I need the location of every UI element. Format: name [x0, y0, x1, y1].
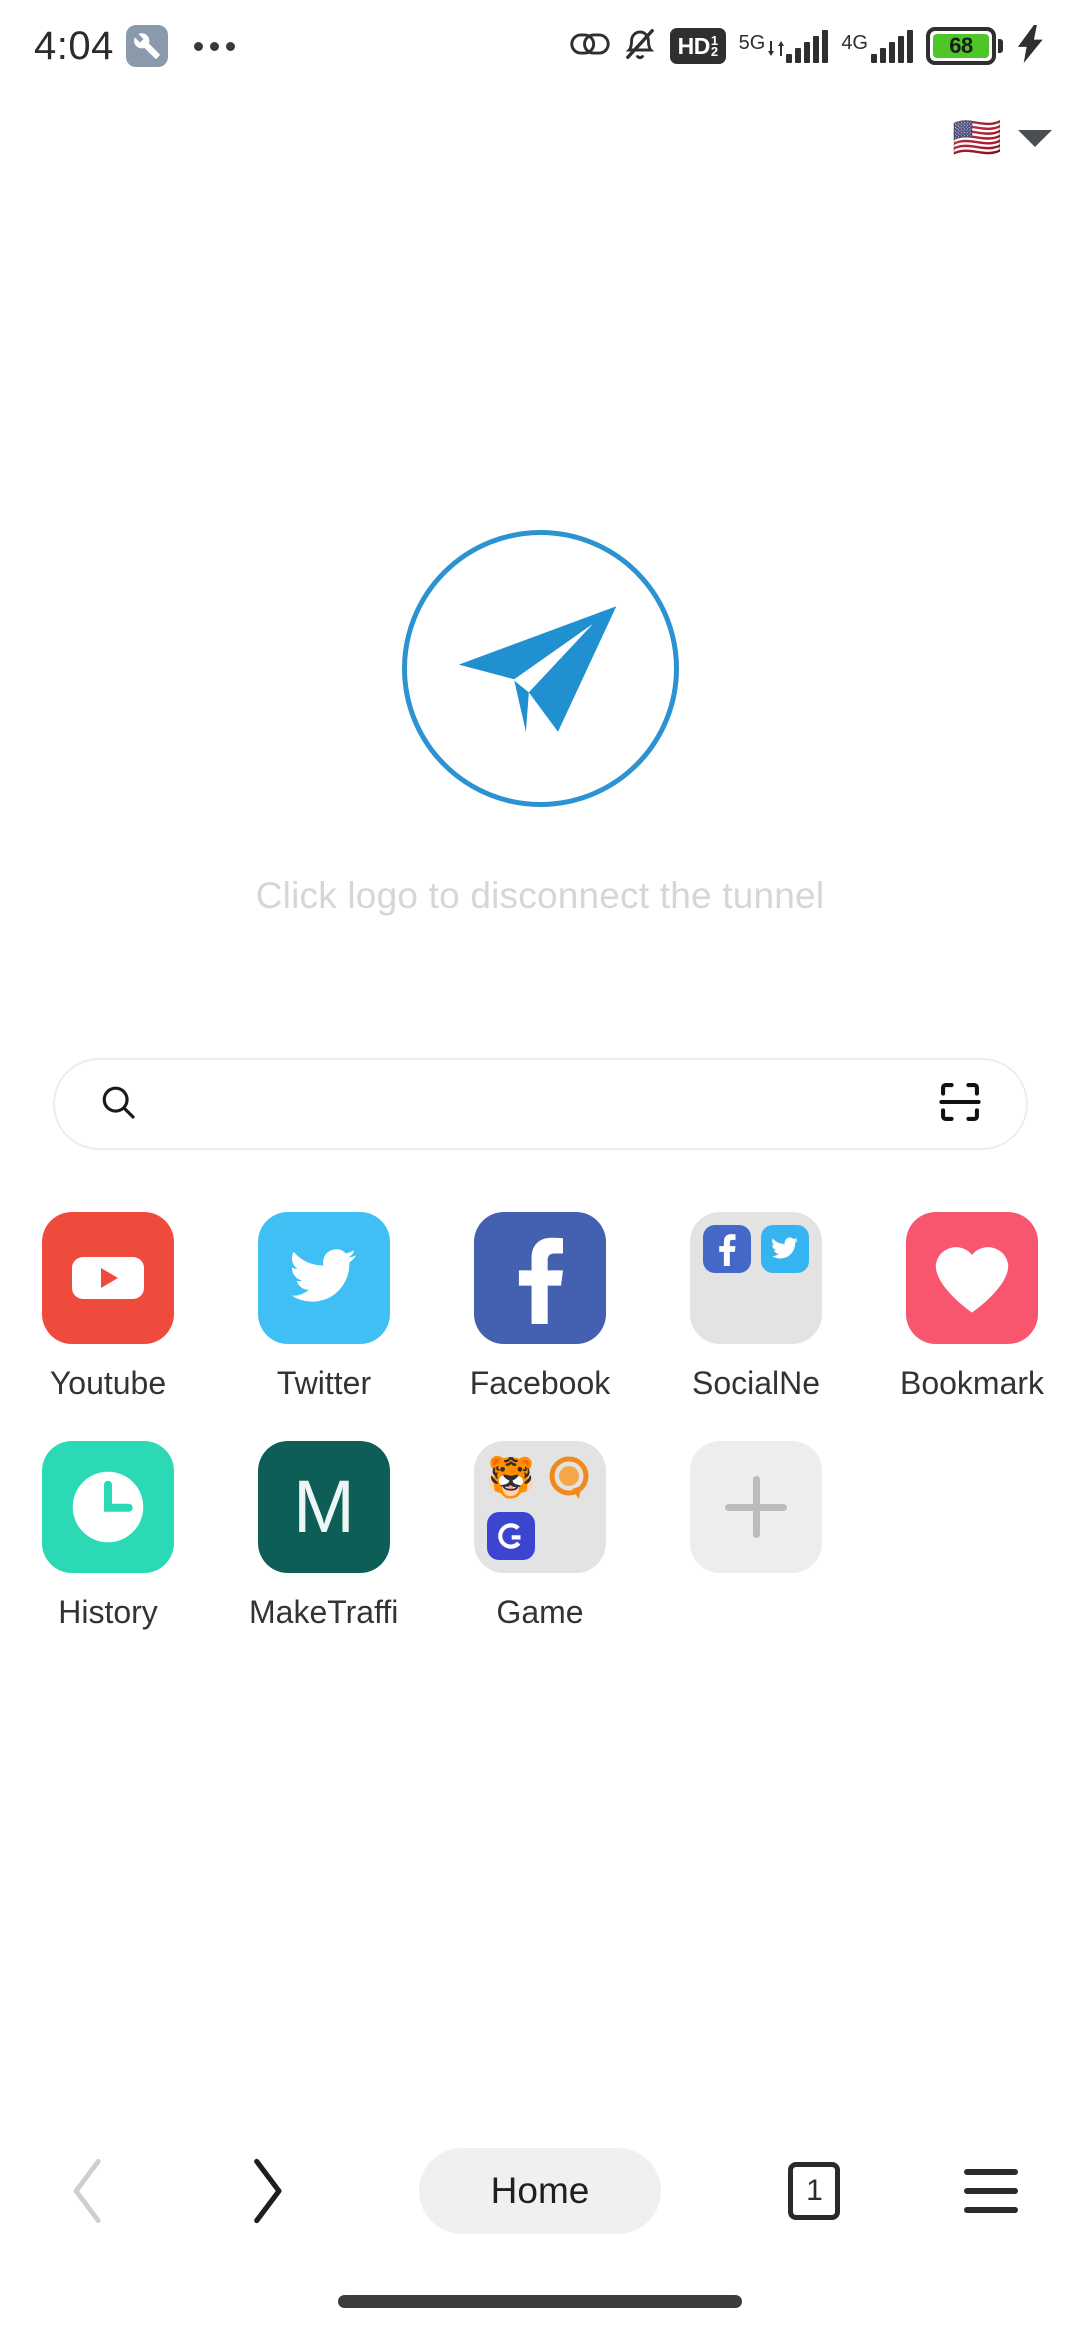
shortcut-youtube[interactable]: Youtube — [0, 1212, 216, 1401]
heart-bookmark-icon — [906, 1212, 1038, 1344]
tunnel-status-text: Click logo to disconnect the tunnel — [255, 875, 825, 916]
menu-button[interactable] — [903, 2126, 1080, 2256]
forward-button[interactable] — [177, 2126, 354, 2256]
more-dots-icon — [193, 41, 235, 51]
lightning-bolt-icon — [1016, 24, 1046, 68]
bell-muted-icon — [623, 26, 657, 67]
signal-5g: 5G — [739, 29, 829, 63]
folder-empty-slot — [545, 1512, 593, 1560]
battery-indicator: 68 — [926, 27, 1003, 65]
search-input[interactable] — [163, 1085, 938, 1123]
shortcut-label: History — [58, 1595, 158, 1631]
logo-section: Click logo to disconnect the tunnel — [0, 530, 1080, 917]
paper-plane-icon — [458, 605, 616, 732]
tiger-face-icon: 🐯 — [487, 1456, 535, 1501]
plus-icon[interactable] — [690, 1441, 822, 1574]
tab-switcher-button[interactable]: 1 — [726, 2126, 903, 2256]
paper-plane-logo[interactable] — [401, 530, 679, 807]
tab-count-badge[interactable]: 1 — [788, 2162, 841, 2220]
wrench-icon — [125, 25, 168, 67]
signal-4g: 4G — [841, 29, 913, 63]
shortcut-socialnetwork-folder[interactable]: SocialNe — [648, 1212, 864, 1401]
folder-empty-slot — [703, 1283, 751, 1331]
shortcut-add[interactable] — [648, 1441, 864, 1630]
shortcut-game-folder[interactable]: 🐯 Game — [432, 1441, 648, 1630]
search-icon — [99, 1083, 137, 1126]
social-network-folder — [690, 1212, 822, 1344]
forward-chevron-icon — [253, 2158, 282, 2224]
status-bar-left: 4:04 — [34, 25, 235, 67]
clock-history-icon — [42, 1441, 174, 1574]
tiger-logo-icon — [545, 1454, 593, 1502]
g-app-icon — [487, 1512, 535, 1561]
shortcut-bookmark[interactable]: Bookmark — [864, 1212, 1080, 1401]
shortcut-grid: Youtube Twitter Facebook SocialNe Bookma… — [0, 1212, 1080, 1630]
back-chevron-icon — [73, 2158, 101, 2224]
back-button[interactable] — [0, 2126, 177, 2256]
facebook-mini-icon — [703, 1225, 751, 1273]
shortcut-facebook[interactable]: Facebook — [432, 1212, 648, 1401]
chain-link-icon — [569, 28, 610, 65]
menu-hamburger-icon[interactable] — [964, 2169, 1019, 2213]
folder-empty-slot — [761, 1283, 809, 1331]
shortcut-maketraffic[interactable]: M MakeTraffic — [216, 1441, 432, 1630]
qr-scan-icon[interactable] — [938, 1080, 982, 1129]
home-button[interactable]: Home — [354, 2126, 726, 2256]
flag-icon: 🇺🇸 — [952, 116, 1002, 160]
shortcut-twitter[interactable]: Twitter — [216, 1212, 432, 1401]
browser-home-screen: 4:04 HD 1 2 5G 4G 68 🇺🇸 Click logo to di… — [0, 0, 1080, 2340]
home-button-label[interactable]: Home — [418, 2148, 662, 2234]
shortcut-label: Twitter — [276, 1366, 372, 1401]
gesture-home-indicator — [338, 2295, 742, 2308]
bottom-navigation-bar: Home 1 — [0, 2126, 1080, 2256]
shortcut-label: Facebook — [469, 1366, 611, 1401]
shortcut-label: Game — [496, 1595, 584, 1631]
facebook-icon — [474, 1212, 606, 1344]
game-folder: 🐯 — [474, 1441, 606, 1574]
status-time: 4:04 — [34, 24, 114, 68]
shortcut-label: Bookmark — [899, 1366, 1045, 1401]
maketraffic-m-icon: M — [258, 1441, 390, 1574]
battery-level: 68 — [933, 33, 989, 58]
status-bar-right: HD 1 2 5G 4G 68 — [569, 24, 1046, 68]
language-selector[interactable]: 🇺🇸 — [952, 118, 1052, 158]
shortcut-label: SocialNe — [691, 1366, 821, 1401]
hd-voice-badge: HD 1 2 — [669, 28, 726, 64]
chevron-down-icon[interactable] — [1018, 129, 1052, 147]
shortcut-history[interactable]: History — [0, 1441, 216, 1630]
shortcut-label: MakeTraffic — [249, 1595, 399, 1631]
status-bar: 4:04 HD 1 2 5G 4G 68 — [0, 0, 1080, 92]
search-bar[interactable] — [53, 1058, 1028, 1150]
shortcut-label: Youtube — [49, 1366, 167, 1401]
twitter-icon — [258, 1212, 390, 1344]
twitter-mini-icon — [761, 1225, 809, 1273]
youtube-icon — [42, 1212, 174, 1344]
